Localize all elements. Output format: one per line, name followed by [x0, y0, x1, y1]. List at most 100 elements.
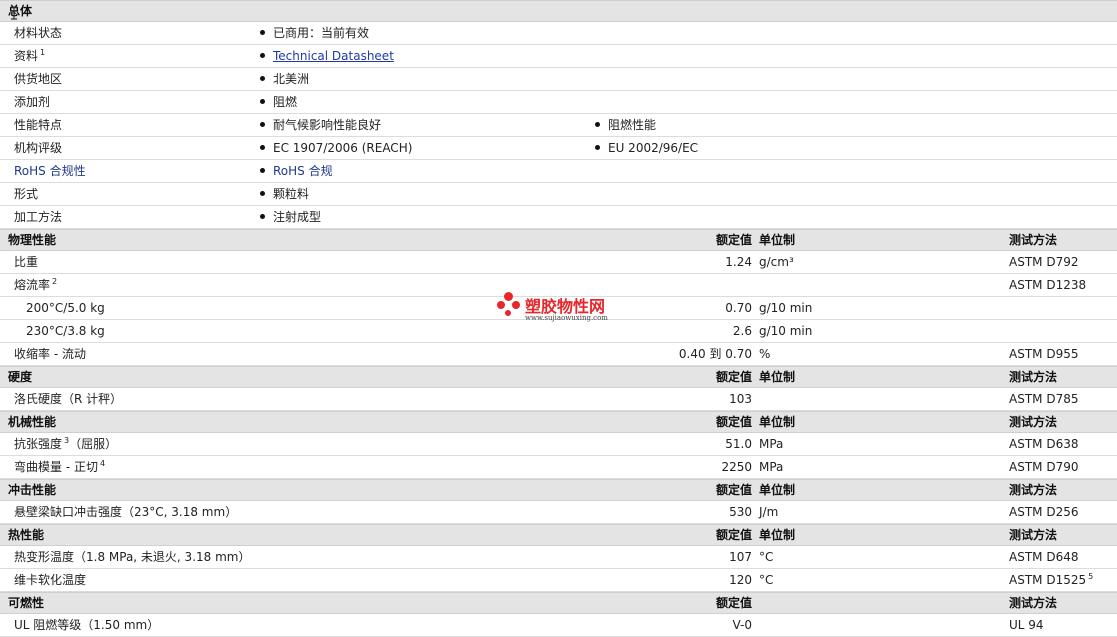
- row-value: 530: [729, 505, 752, 519]
- section-title: 机械性能: [8, 415, 57, 429]
- general-row-status: 材料状态 已商用：当前有效: [0, 22, 1117, 45]
- section-thermal: 热性能 额定值 单位制 测试方法: [0, 524, 1117, 546]
- footnote-marker[interactable]: 1: [40, 48, 45, 57]
- row-label: 熔流率 2: [14, 277, 58, 292]
- logo-dots-icon: [497, 292, 521, 322]
- row-label: 形式: [14, 187, 39, 201]
- row-label: 抗张强度 3（屈服）: [14, 436, 118, 451]
- footnote-marker[interactable]: 2: [52, 277, 57, 286]
- row-unit: J/m: [759, 505, 779, 519]
- bullet-icon: [260, 76, 265, 81]
- watermark-logo: 塑胶物性网 www.sujiaowuxing.com: [497, 292, 637, 328]
- header-value: 额定值: [715, 596, 752, 610]
- bullet-icon: [260, 145, 265, 150]
- row-value: 2.6: [732, 324, 752, 338]
- bullet-item: EC 1907/2006 (REACH): [260, 137, 412, 159]
- technical-datasheet-link[interactable]: Technical Datasheet: [273, 49, 394, 63]
- general-row-rohs: RoHS 合规性 RoHS 合规: [0, 160, 1117, 183]
- bullet-icon: [260, 122, 265, 127]
- section-flammability: 可燃性 额定值 测试方法: [0, 592, 1117, 614]
- row-label: 性能特点: [14, 118, 63, 132]
- row-test-method: ASTM D1238: [1009, 278, 1087, 292]
- rohs-label-link[interactable]: RoHS 合规性: [14, 160, 86, 182]
- row-value: 0.40 到 0.70: [678, 347, 752, 361]
- header-unit: 单位制: [759, 233, 796, 247]
- general-row-datasheet: 资料 1 Technical Datasheet: [0, 45, 1117, 68]
- bullet-item: 注射成型: [260, 206, 321, 228]
- general-row-processing: 加工方法 注射成型: [0, 206, 1117, 229]
- property-row: UL 阻燃等级（1.50 mm） V-0 UL 94: [0, 614, 1117, 637]
- row-unit: MPa: [759, 437, 784, 451]
- general-row-form: 形式 颗粒料: [0, 183, 1117, 206]
- bullet-icon: [260, 99, 265, 104]
- rohs-compliant-link[interactable]: RoHS 合规: [273, 164, 333, 178]
- header-unit: 单位制: [759, 483, 796, 497]
- section-general: 总体: [0, 0, 1117, 22]
- row-label: 材料状态: [14, 26, 63, 40]
- section-title: 可燃性: [8, 596, 45, 610]
- row-value: 2250: [721, 460, 752, 474]
- bullet-item: 北美洲: [260, 68, 309, 90]
- property-row: 比重 1.24 g/cm³ ASTM D792: [0, 251, 1117, 274]
- property-row: 热变形温度（1.8 MPa, 未退火, 3.18 mm） 107 °C ASTM…: [0, 546, 1117, 569]
- section-title: 热性能: [8, 528, 45, 542]
- row-value: 107: [729, 550, 752, 564]
- property-row: 弯曲模量 - 正切 4 2250 MPa ASTM D790: [0, 456, 1117, 479]
- section-title: 硬度: [8, 370, 33, 384]
- section-title: 冲击性能: [8, 483, 57, 497]
- header-value: 额定值: [715, 233, 752, 247]
- header-test: 测试方法: [1009, 528, 1058, 542]
- property-row: 悬壁梁缺口冲击强度（23°C, 3.18 mm） 530 J/m ASTM D2…: [0, 501, 1117, 524]
- bullet-item: 耐气候影响性能良好: [260, 114, 381, 136]
- row-test-method: ASTM D648: [1009, 550, 1079, 564]
- bullet-icon: [595, 145, 600, 150]
- row-label: 机构评级: [14, 141, 63, 155]
- footnote-marker[interactable]: 5: [1088, 572, 1093, 581]
- row-value: V-0: [732, 618, 752, 632]
- header-unit: 单位制: [759, 415, 796, 429]
- row-label: UL 阻燃等级（1.50 mm）: [14, 618, 160, 632]
- bullet-item: Technical Datasheet: [260, 45, 394, 67]
- bullet-icon: [595, 122, 600, 127]
- general-row-features: 性能特点 耐气候影响性能良好 阻燃性能: [0, 114, 1117, 137]
- header-test: 测试方法: [1009, 596, 1058, 610]
- general-row-additive: 添加剂 阻燃: [0, 91, 1117, 114]
- header-value: 额定值: [715, 528, 752, 542]
- watermark-url: www.sujiaowuxing.com: [525, 314, 608, 322]
- bullet-item: EU 2002/96/EC: [595, 137, 698, 159]
- row-unit: MPa: [759, 460, 784, 474]
- row-test-method: ASTM D792: [1009, 255, 1079, 269]
- header-value: 额定值: [715, 370, 752, 384]
- row-test-method: ASTM D256: [1009, 505, 1079, 519]
- row-label: 弯曲模量 - 正切 4: [14, 459, 106, 474]
- section-impact: 冲击性能 额定值 单位制 测试方法: [0, 479, 1117, 501]
- bullet-item: 颗粒料: [260, 183, 309, 205]
- header-test: 测试方法: [1009, 415, 1058, 429]
- header-unit: 单位制: [759, 370, 796, 384]
- row-test-method: ASTM D955: [1009, 347, 1079, 361]
- row-label: 热变形温度（1.8 MPa, 未退火, 3.18 mm）: [14, 550, 251, 564]
- row-value: 0.70: [725, 301, 752, 315]
- row-value: 51.0: [725, 437, 752, 451]
- row-unit: °C: [759, 573, 774, 587]
- section-mechanical: 机械性能 额定值 单位制 测试方法: [0, 411, 1117, 433]
- header-unit: 单位制: [759, 528, 796, 542]
- row-value: 103: [729, 392, 752, 406]
- row-label: 洛氏硬度（R 计秤）: [14, 392, 123, 406]
- row-test-method: ASTM D790: [1009, 460, 1079, 474]
- row-unit: g/10 min: [759, 301, 813, 315]
- property-row: 洛氏硬度（R 计秤） 103 ASTM D785: [0, 388, 1117, 411]
- row-unit: g/10 min: [759, 324, 813, 338]
- row-label: 比重: [14, 255, 39, 269]
- property-row: 抗张强度 3（屈服） 51.0 MPa ASTM D638: [0, 433, 1117, 456]
- section-hardness: 硬度 额定值 单位制 测试方法: [0, 366, 1117, 388]
- bullet-item: 阻燃性能: [595, 114, 656, 136]
- footnote-marker[interactable]: 3: [64, 436, 69, 445]
- header-test: 测试方法: [1009, 370, 1058, 384]
- row-label: 供货地区: [14, 72, 63, 86]
- row-label: 加工方法: [14, 210, 63, 224]
- header-test: 测试方法: [1009, 233, 1058, 247]
- row-unit: g/cm³: [759, 255, 794, 269]
- row-label: 维卡软化温度: [14, 573, 87, 587]
- footnote-marker[interactable]: 4: [100, 459, 105, 468]
